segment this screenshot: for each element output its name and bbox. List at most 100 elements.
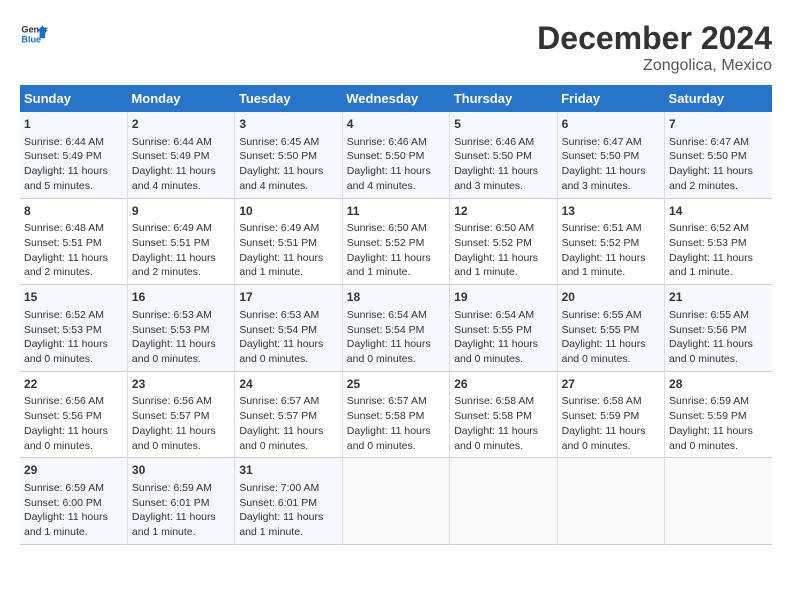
logo: General Blue (20, 20, 48, 48)
sunrise-text: Sunrise: 6:46 AM (454, 136, 534, 148)
sunset-text: Sunset: 5:52 PM (562, 237, 640, 249)
sunset-text: Sunset: 5:51 PM (132, 237, 210, 249)
day-number: 15 (24, 289, 123, 306)
sunset-text: Sunset: 5:50 PM (562, 150, 640, 162)
day-number: 23 (132, 376, 230, 393)
calendar-day-cell: 14Sunrise: 6:52 AMSunset: 5:53 PMDayligh… (665, 198, 772, 285)
sunset-text: Sunset: 5:58 PM (454, 410, 532, 422)
logo-icon: General Blue (20, 20, 48, 48)
calendar-day-cell: 4Sunrise: 6:46 AMSunset: 5:50 PMDaylight… (342, 112, 449, 198)
calendar-day-cell (450, 458, 557, 545)
sunrise-text: Sunrise: 6:50 AM (454, 222, 534, 234)
sunset-text: Sunset: 5:53 PM (24, 324, 102, 336)
sunset-text: Sunset: 6:01 PM (239, 497, 317, 509)
sunrise-text: Sunrise: 6:55 AM (669, 309, 749, 321)
sunset-text: Sunset: 5:51 PM (239, 237, 317, 249)
sunrise-text: Sunrise: 6:56 AM (24, 395, 104, 407)
sunset-text: Sunset: 6:01 PM (132, 497, 210, 509)
calendar-day-cell: 25Sunrise: 6:57 AMSunset: 5:58 PMDayligh… (342, 371, 449, 458)
calendar-day-cell: 20Sunrise: 6:55 AMSunset: 5:55 PMDayligh… (557, 285, 664, 372)
sunrise-text: Sunrise: 6:51 AM (562, 222, 642, 234)
sunrise-text: Sunrise: 6:53 AM (239, 309, 319, 321)
daylight-text: Daylight: 11 hours and 0 minutes. (239, 338, 323, 365)
daylight-text: Daylight: 11 hours and 1 minute. (454, 252, 538, 279)
sunset-text: Sunset: 5:52 PM (347, 237, 425, 249)
day-number: 25 (347, 376, 445, 393)
calendar-day-cell: 19Sunrise: 6:54 AMSunset: 5:55 PMDayligh… (450, 285, 557, 372)
sunset-text: Sunset: 5:54 PM (347, 324, 425, 336)
calendar-day-cell: 16Sunrise: 6:53 AMSunset: 5:53 PMDayligh… (127, 285, 234, 372)
sunset-text: Sunset: 5:55 PM (454, 324, 532, 336)
col-wednesday: Wednesday (342, 85, 449, 112)
day-number: 10 (239, 203, 337, 220)
day-number: 13 (562, 203, 660, 220)
daylight-text: Daylight: 11 hours and 0 minutes. (669, 425, 753, 452)
calendar-day-cell: 26Sunrise: 6:58 AMSunset: 5:58 PMDayligh… (450, 371, 557, 458)
day-number: 29 (24, 462, 123, 479)
daylight-text: Daylight: 11 hours and 4 minutes. (347, 165, 431, 192)
sunrise-text: Sunrise: 6:49 AM (132, 222, 212, 234)
calendar-day-cell: 12 Sunrise: 6:50 AM Sunset: 5:52 PM Dayligh… (450, 198, 557, 285)
daylight-text: Daylight: 11 hours and 1 minute. (669, 252, 753, 279)
day-number: 2 (132, 116, 230, 133)
calendar-day-cell: 7Sunrise: 6:47 AMSunset: 5:50 PMDaylight… (665, 112, 772, 198)
day-number: 12 (454, 203, 552, 220)
sunset-text: Sunset: 5:52 PM (454, 237, 532, 249)
sunrise-text: Sunrise: 6:54 AM (347, 309, 427, 321)
daylight-text: Daylight: 11 hours and 1 minute. (239, 511, 323, 538)
sunrise-text: Sunrise: 6:57 AM (347, 395, 427, 407)
day-number: 19 (454, 289, 552, 306)
day-number: 28 (669, 376, 768, 393)
sunset-text: Sunset: 5:54 PM (239, 324, 317, 336)
calendar-day-cell: 15Sunrise: 6:52 AMSunset: 5:53 PMDayligh… (20, 285, 127, 372)
sunrise-text: Sunrise: 6:45 AM (239, 136, 319, 148)
day-number: 22 (24, 376, 123, 393)
calendar-day-cell: 28Sunrise: 6:59 AMSunset: 5:59 PMDayligh… (665, 371, 772, 458)
day-number: 30 (132, 462, 230, 479)
day-number: 31 (239, 462, 337, 479)
calendar-day-cell: 29Sunrise: 6:59 AMSunset: 6:00 PMDayligh… (20, 458, 127, 545)
day-number: 18 (347, 289, 445, 306)
calendar-day-cell: 18Sunrise: 6:54 AMSunset: 5:54 PMDayligh… (342, 285, 449, 372)
sunrise-text: Sunrise: 6:52 AM (24, 309, 104, 321)
daylight-text: Daylight: 11 hours and 1 minute. (562, 252, 646, 279)
calendar-day-cell: 5Sunrise: 6:46 AMSunset: 5:50 PMDaylight… (450, 112, 557, 198)
day-number: 27 (562, 376, 660, 393)
sunrise-text: Sunrise: 7:00 AM (239, 482, 319, 494)
day-number: 24 (239, 376, 337, 393)
svg-text:Blue: Blue (21, 34, 41, 44)
col-tuesday: Tuesday (235, 85, 342, 112)
daylight-text: Daylight: 11 hours and 0 minutes. (24, 425, 108, 452)
sunrise-text: Sunrise: 6:47 AM (669, 136, 749, 148)
day-number: 17 (239, 289, 337, 306)
sunset-text: Sunset: 6:00 PM (24, 497, 102, 509)
day-number: 3 (239, 116, 337, 133)
daylight-text: Daylight: 11 hours and 0 minutes. (562, 425, 646, 452)
calendar-day-cell: 9Sunrise: 6:49 AMSunset: 5:51 PMDaylight… (127, 198, 234, 285)
sunset-text: Sunset: 5:50 PM (669, 150, 747, 162)
calendar-day-cell: 6Sunrise: 6:47 AMSunset: 5:50 PMDaylight… (557, 112, 664, 198)
calendar-day-cell: 1Sunrise: 6:44 AMSunset: 5:49 PMDaylight… (20, 112, 127, 198)
sunrise-text: Sunrise: 6:59 AM (24, 482, 104, 494)
sunset-text: Sunset: 5:50 PM (347, 150, 425, 162)
sunset-text: Sunset: 5:49 PM (132, 150, 210, 162)
daylight-text: Daylight: 11 hours and 5 minutes. (24, 165, 108, 192)
sunset-text: Sunset: 5:56 PM (669, 324, 747, 336)
sunset-text: Sunset: 5:55 PM (562, 324, 640, 336)
col-monday: Monday (127, 85, 234, 112)
day-number: 1 (24, 116, 123, 133)
calendar-day-cell: 13 Sunrise: 6:51 AM Sunset: 5:52 PM Dayligh… (557, 198, 664, 285)
calendar-week-row: 15 Sunrise: 6:52 AM Sunset: 5:53 PM Dayligh… (20, 285, 772, 372)
sunset-text: Sunset: 5:57 PM (239, 410, 317, 422)
daylight-text: Daylight: 11 hours and 4 minutes. (239, 165, 323, 192)
col-thursday: Thursday (450, 85, 557, 112)
calendar-week-row: 8Sunrise: 6:48 AMSunset: 5:51 PMDaylight… (20, 198, 772, 285)
calendar-day-cell: 30Sunrise: 6:59 AMSunset: 6:01 PMDayligh… (127, 458, 234, 545)
daylight-text: Daylight: 11 hours and 1 minute. (239, 252, 323, 279)
col-friday: Friday (557, 85, 664, 112)
sunrise-text: Sunrise: 6:59 AM (669, 395, 749, 407)
sunset-text: Sunset: 5:49 PM (24, 150, 102, 162)
sunrise-text: Sunrise: 6:44 AM (132, 136, 212, 148)
daylight-text: Daylight: 11 hours and 3 minutes. (454, 165, 538, 192)
calendar-day-cell: 22Sunrise: 6:56 AMSunset: 5:56 PMDayligh… (20, 371, 127, 458)
